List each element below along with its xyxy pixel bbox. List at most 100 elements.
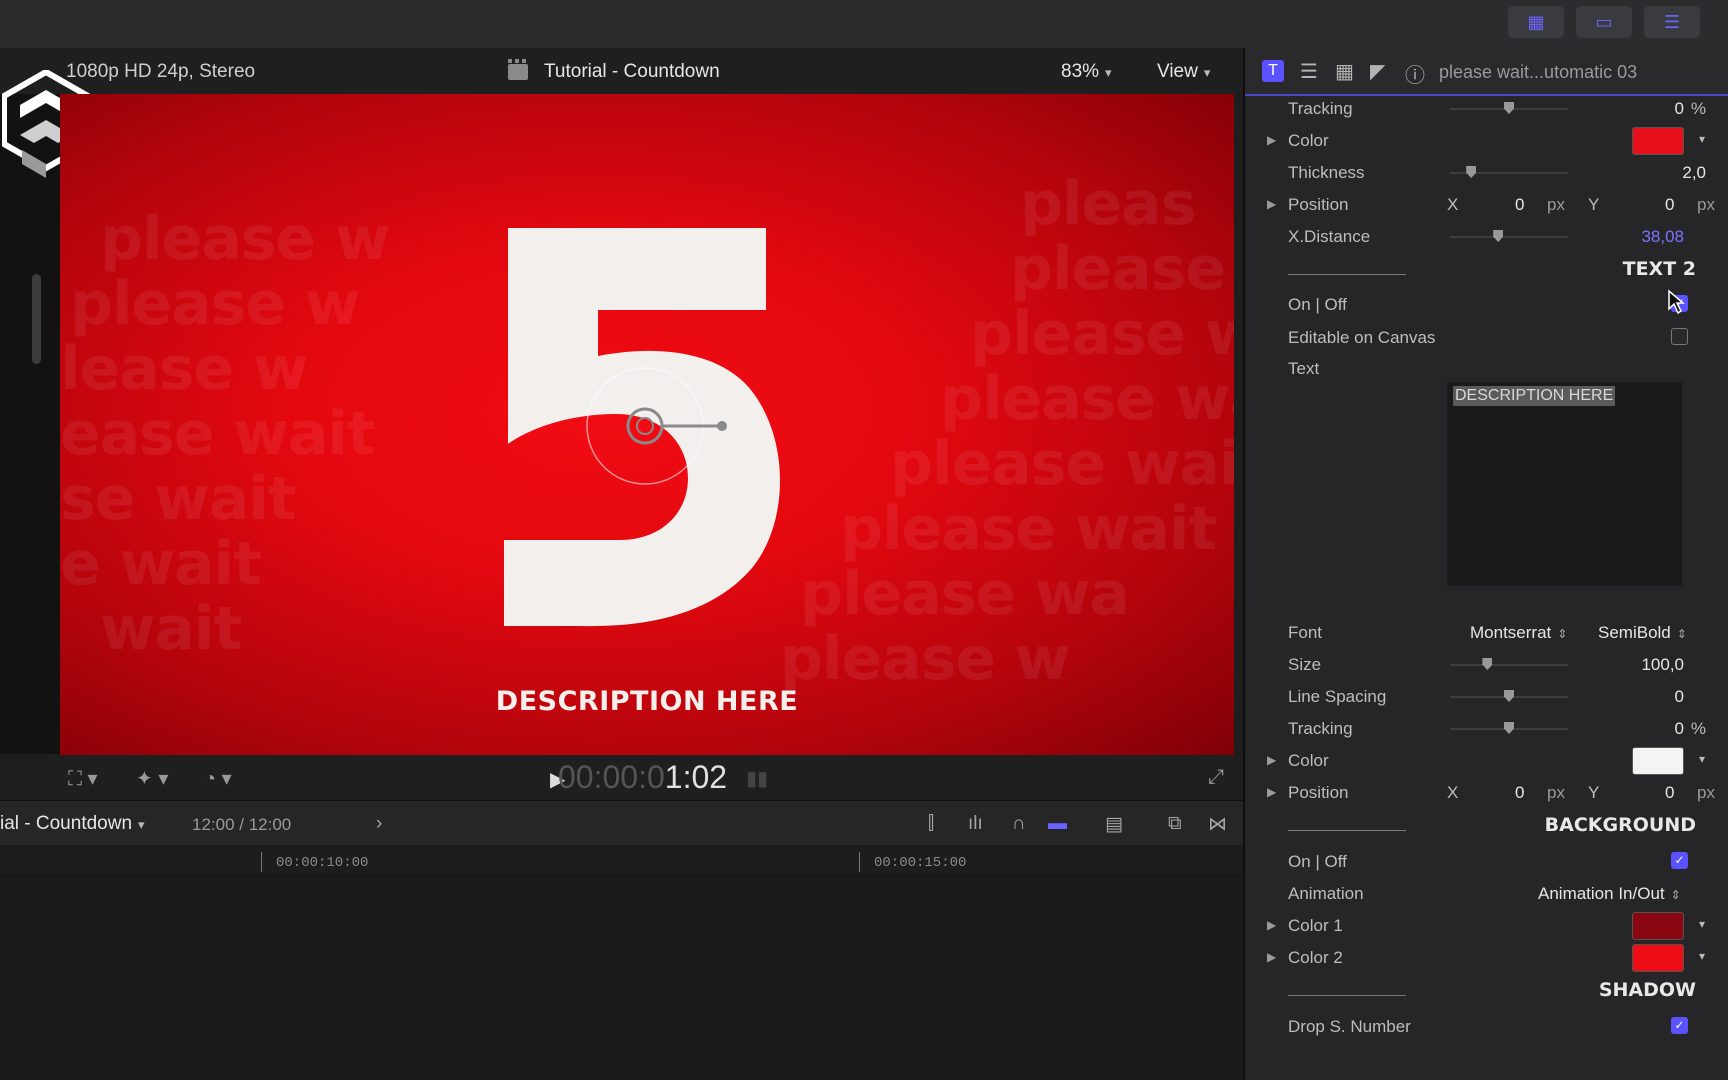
magic-wand-icon[interactable]: ✦ ▾: [136, 766, 168, 791]
video-inspector-icon[interactable]: ▦: [1335, 59, 1354, 84]
chevron-down-icon: ▾: [138, 817, 145, 832]
zoom-menu[interactable]: 83% ▾: [1061, 61, 1112, 83]
y-value[interactable]: 0: [1665, 783, 1674, 803]
size-value[interactable]: 100,0: [1641, 655, 1684, 675]
viewer-canvas[interactable]: please w please w lease w ease wait se w…: [60, 94, 1234, 755]
drop-shadow-label: Drop S. Number: [1288, 1017, 1411, 1036]
x-value[interactable]: 0: [1515, 195, 1524, 215]
color-swatch[interactable]: [1632, 912, 1684, 940]
y-label: Y: [1588, 195, 1600, 214]
color-row: ▶ Color ▾: [1245, 124, 1728, 156]
top-toolbar: ▦ ▭ ☰: [0, 0, 1728, 49]
browser-strip: [0, 94, 60, 754]
timeline-body[interactable]: [0, 876, 1243, 1080]
y-value[interactable]: 0: [1665, 195, 1674, 215]
color-inspector-icon[interactable]: ◤: [1370, 59, 1385, 84]
disclosure-triangle-icon[interactable]: ▶: [1267, 918, 1276, 932]
line-spacing-label: Line Spacing: [1288, 687, 1387, 706]
audio-skimming-icon[interactable]: ılı: [968, 813, 983, 835]
font-weight-popup[interactable]: SemiBold ⇕: [1598, 623, 1687, 643]
crop-icon[interactable]: ⛶ ▾: [68, 766, 98, 791]
size-row: Size 100,0: [1245, 648, 1728, 680]
forward-arrow-icon[interactable]: ›: [376, 813, 382, 835]
x-value[interactable]: 0: [1515, 783, 1524, 803]
timeline-duration: 12:00 / 12:00: [192, 815, 292, 834]
section-title: SHADOW: [1598, 979, 1696, 1001]
countdown-number: [504, 228, 781, 627]
tracking-value[interactable]: 0: [1675, 719, 1684, 739]
view-menu[interactable]: View ▾: [1157, 61, 1210, 83]
tracking-unit: %: [1690, 719, 1706, 738]
timeline-project-menu[interactable]: ial - Countdown ▾: [0, 813, 145, 835]
slider-thumb[interactable]: [1504, 102, 1514, 114]
font-family-popup[interactable]: Montserrat ⇕: [1470, 623, 1567, 643]
editable-checkbox[interactable]: [1671, 328, 1688, 345]
color-swatch[interactable]: [1632, 127, 1684, 155]
clip-appearance-icon[interactable]: ▤: [1105, 813, 1123, 836]
text-inspector-icon[interactable]: T: [1262, 60, 1284, 82]
on-off-row: On | Off ✓: [1245, 288, 1728, 320]
slider-thumb[interactable]: [1493, 230, 1504, 242]
x-distance-value[interactable]: 38,08: [1641, 227, 1684, 247]
clip-overlap-icon[interactable]: ⧉: [1168, 813, 1182, 835]
snapping-icon[interactable]: ▬: [1048, 813, 1067, 835]
slider-thumb[interactable]: [1466, 166, 1477, 178]
description-text: DESCRIPTION HERE: [495, 686, 799, 717]
timeline-ruler[interactable]: 00:00:10:00 00:00:15:00: [0, 845, 1243, 876]
disclosure-triangle-icon[interactable]: ▶: [1267, 753, 1276, 767]
updown-icon: ⇕: [1676, 627, 1687, 641]
slider-thumb[interactable]: [1504, 722, 1514, 734]
tracking-value[interactable]: 0: [1675, 99, 1684, 119]
line-spacing-slider[interactable]: [1450, 690, 1568, 702]
text-label: Text: [1288, 359, 1320, 378]
drop-shadow-checkbox[interactable]: ✓: [1671, 1017, 1688, 1034]
thickness-value[interactable]: 2,0: [1682, 163, 1706, 183]
tracking-slider[interactable]: [1450, 722, 1568, 734]
scrollbar[interactable]: [32, 274, 41, 364]
text2-section-header: TEXT 2: [1245, 254, 1728, 286]
x-distance-slider[interactable]: [1450, 230, 1568, 242]
slider-thumb[interactable]: [1504, 690, 1514, 702]
chevron-down-icon[interactable]: ▾: [1699, 949, 1705, 963]
x-label: X: [1447, 195, 1459, 214]
line-spacing-value[interactable]: 0: [1675, 687, 1684, 707]
position-label: Position: [1288, 195, 1349, 214]
x-label: X: [1447, 783, 1459, 802]
chevron-down-icon[interactable]: ▾: [1699, 917, 1705, 931]
info-icon[interactable]: ⓘ: [1405, 59, 1425, 88]
inspector-panel: Tracking 0 % ▶ Color ▾ Thickness 2,0 ▶ P…: [1245, 96, 1728, 1080]
thickness-slider[interactable]: [1450, 166, 1568, 178]
section-divider: [1288, 995, 1406, 996]
fullscreen-icon[interactable]: ⤢: [1208, 766, 1224, 789]
disclosure-triangle-icon[interactable]: ▶: [1267, 785, 1276, 799]
headphones-icon[interactable]: ∩: [1012, 813, 1026, 835]
transitions-icon[interactable]: ⋈: [1208, 813, 1227, 836]
skimming-icon[interactable]: ⫿: [928, 813, 934, 835]
timeline-toggle-icon[interactable]: ▭: [1576, 6, 1632, 38]
section-title: TEXT 2: [1622, 258, 1696, 280]
thickness-row: Thickness 2,0: [1245, 156, 1728, 188]
disclosure-triangle-icon[interactable]: ▶: [1267, 197, 1276, 211]
tracking-slider[interactable]: [1450, 102, 1568, 114]
font-weight-value: SemiBold: [1598, 623, 1671, 642]
color-swatch[interactable]: [1632, 747, 1684, 775]
browser-grid-icon[interactable]: ▦: [1508, 6, 1564, 38]
text-field[interactable]: DESCRIPTION HERE: [1447, 382, 1682, 586]
disclosure-triangle-icon[interactable]: ▶: [1267, 133, 1276, 147]
inspector-toggle-icon[interactable]: ☰: [1644, 6, 1700, 38]
chevron-down-icon[interactable]: ▾: [1699, 132, 1705, 146]
font-row: Font Montserrat ⇕ SemiBold ⇕: [1245, 616, 1728, 648]
paragraph-inspector-icon[interactable]: ☰: [1300, 59, 1318, 84]
on-off-label: On | Off: [1288, 295, 1347, 314]
chevron-down-icon[interactable]: ▾: [1699, 752, 1705, 766]
position-label: Position: [1288, 783, 1349, 802]
tracking-row: Tracking 0 %: [1245, 712, 1728, 744]
color-swatch[interactable]: [1632, 944, 1684, 972]
size-slider[interactable]: [1450, 658, 1568, 670]
audio-meter-icon: ▮▮: [746, 768, 769, 790]
disclosure-triangle-icon[interactable]: ▶: [1267, 950, 1276, 964]
animation-popup[interactable]: Animation In/Out ⇕: [1538, 884, 1681, 904]
slider-thumb[interactable]: [1482, 658, 1493, 670]
on-off-checkbox[interactable]: ✓: [1671, 852, 1688, 869]
speed-gauge-icon[interactable]: ◔ ▾: [204, 766, 232, 791]
